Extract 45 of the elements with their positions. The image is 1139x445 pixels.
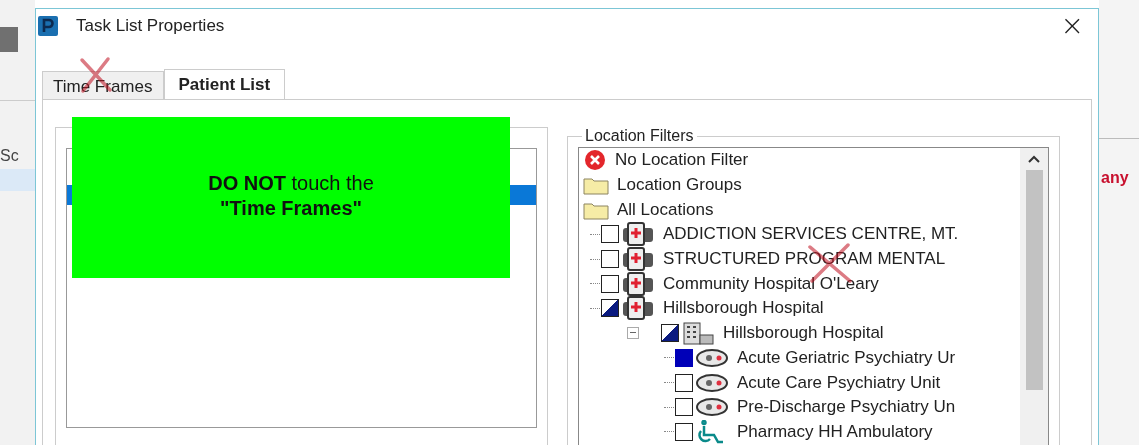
toolbar-strip: [0, 27, 18, 52]
tree-item[interactable]: Acute Care Psychiatry Unit: [737, 372, 941, 393]
warning-text: any: [1100, 169, 1130, 187]
tree-item[interactable]: Hillsborough Hospital: [663, 298, 824, 319]
error-icon: [583, 149, 607, 172]
tree-item[interactable]: All Locations: [617, 199, 714, 220]
close-button[interactable]: ×: [1060, 9, 1084, 42]
tree-item[interactable]: Acute Geriatric Psychiatry Ur: [737, 347, 956, 368]
checkbox[interactable]: [675, 422, 693, 441]
checkbox[interactable]: [601, 274, 619, 293]
window-title: Task List Properties: [76, 15, 225, 36]
tree-item[interactable]: Pre-Discharge Psychiatry Un: [737, 397, 956, 418]
tree-item[interactable]: No Location Filter: [615, 150, 749, 171]
checkbox[interactable]: [661, 324, 679, 343]
list-row: [0, 169, 35, 191]
checkbox[interactable]: [601, 299, 619, 318]
capsule-icon: [695, 396, 729, 419]
column-header: Sc: [0, 147, 20, 165]
hospital-icon: [621, 271, 655, 296]
scroll-thumb[interactable]: [1025, 170, 1043, 390]
scrollbar[interactable]: [1020, 148, 1048, 445]
tree-item[interactable]: Hillsborough Hospital: [723, 323, 884, 344]
hospital-icon: [621, 296, 655, 321]
tree-item[interactable]: Location Groups: [617, 175, 742, 196]
capsule-icon: [695, 346, 729, 369]
checkbox[interactable]: [601, 250, 619, 269]
scroll-up-icon[interactable]: [1027, 154, 1041, 164]
folder-icon: [583, 175, 609, 196]
tab[interactable]: Patient List: [163, 69, 286, 99]
tree-item[interactable]: Pharmacy HH Ambulatory: [737, 421, 933, 442]
checkbox[interactable]: [675, 348, 693, 367]
hospital-icon: [621, 222, 655, 247]
collapse-icon[interactable]: [627, 327, 639, 340]
app-icon: [38, 15, 58, 36]
checkbox[interactable]: [675, 398, 693, 417]
building-icon: [681, 321, 715, 346]
checkbox[interactable]: [601, 225, 619, 244]
checkbox[interactable]: [675, 373, 693, 392]
note-text: "Time Frames": [220, 196, 362, 220]
hospital-icon: [621, 247, 655, 272]
tree-item[interactable]: Community Hospital O'Leary: [663, 273, 879, 294]
tree-item[interactable]: ADDICTION SERVICES CENTRE, MT.: [663, 224, 959, 245]
group-title: Location Filters: [584, 127, 695, 145]
capsule-icon: [695, 371, 729, 394]
note-text: DO NOT touch the: [208, 171, 374, 195]
